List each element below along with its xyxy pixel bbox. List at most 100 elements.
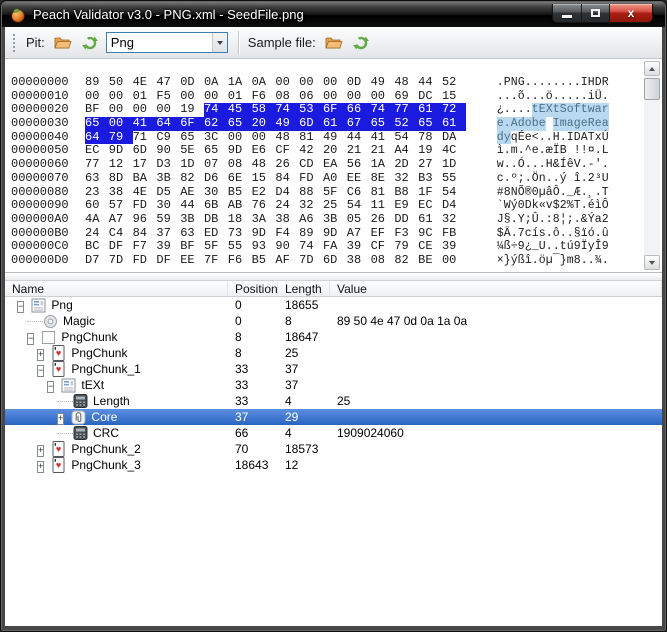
hex-byte[interactable]: B3: [418, 171, 442, 186]
ascii-char[interactable]: .: [574, 76, 581, 90]
expand-plus-icon[interactable]: +: [37, 349, 45, 361]
hex-byte[interactable]: 00: [442, 253, 466, 268]
ascii-char[interactable]: H: [546, 158, 553, 172]
ascii-char[interactable]: µ: [539, 186, 546, 200]
hex-byte[interactable]: 24: [85, 226, 109, 241]
ascii-char[interactable]: .: [539, 213, 546, 227]
ascii-char[interactable]: .: [525, 90, 532, 104]
ascii-char[interactable]: Ü: [595, 90, 602, 104]
column-header-position[interactable]: Position: [228, 281, 278, 296]
ascii-char[interactable]: .: [553, 240, 560, 254]
ascii-char[interactable]: <: [532, 131, 539, 145]
hex-byte[interactable]: 93: [252, 240, 276, 254]
hex-byte[interactable]: 5F: [204, 240, 228, 254]
ascii-char[interactable]: q: [511, 131, 518, 145]
ascii-char[interactable]: H: [553, 131, 560, 145]
hex-byte[interactable]: A7: [109, 212, 133, 227]
expand-plus-icon[interactable]: +: [57, 413, 65, 425]
ascii-char[interactable]: .: [511, 158, 518, 172]
hex-byte[interactable]: 00: [347, 89, 371, 104]
ascii-char[interactable]: .: [525, 103, 532, 117]
ascii-char[interactable]: a: [594, 103, 602, 118]
hex-scrollbar[interactable]: [644, 61, 660, 270]
hex-byte[interactable]: 19: [418, 144, 442, 158]
hex-byte[interactable]: DF: [156, 253, 180, 268]
ascii-char[interactable]: e: [580, 117, 588, 131]
hex-byte[interactable]: CF: [371, 240, 395, 254]
hex-byte[interactable]: 52: [394, 116, 419, 131]
ascii-char[interactable]: a: [601, 117, 609, 131]
hex-byte[interactable]: 49: [371, 75, 395, 90]
hex-byte[interactable]: 2D: [394, 157, 418, 172]
hex-byte[interactable]: 6D: [133, 144, 157, 158]
hex-byte[interactable]: 61: [441, 116, 466, 131]
ascii-char[interactable]: ¸: [588, 186, 595, 200]
ascii-char[interactable]: $: [553, 199, 560, 213]
hex-byte[interactable]: 66: [346, 103, 371, 118]
hex-byte[interactable]: 54: [394, 130, 418, 145]
ascii-char[interactable]: ¿: [525, 240, 532, 254]
ascii-char[interactable]: &: [581, 213, 588, 227]
hex-byte[interactable]: 32: [442, 212, 466, 227]
ascii-char[interactable]: .: [588, 254, 595, 268]
hex-byte[interactable]: FA: [323, 240, 347, 254]
hex-row[interactable]: 00000020 BF 00 00 00 19 74 45 58 74 53 6F 66 74 77 61 72…: [11, 103, 662, 118]
ascii-char[interactable]: .: [511, 90, 518, 104]
hex-byte[interactable]: 6B: [204, 198, 228, 213]
hex-byte[interactable]: 41: [132, 116, 157, 131]
hex-byte[interactable]: 82: [394, 253, 418, 268]
hex-byte[interactable]: 78: [418, 130, 442, 145]
hex-byte[interactable]: 52: [442, 75, 466, 90]
ascii-char[interactable]: Ï: [553, 144, 560, 158]
hex-byte[interactable]: 00: [299, 75, 323, 90]
hex-byte[interactable]: BA: [133, 171, 157, 186]
ascii-char[interactable]: ö: [539, 254, 546, 268]
hex-byte[interactable]: 3B: [323, 212, 347, 227]
ascii-char[interactable]: d: [496, 130, 504, 145]
hex-byte[interactable]: 8D: [109, 171, 133, 186]
pit-refresh-button[interactable]: [79, 33, 101, 53]
hex-byte[interactable]: EA: [323, 157, 347, 172]
ascii-char[interactable]: e: [496, 117, 504, 131]
hex-byte[interactable]: CF: [275, 144, 299, 158]
ascii-char[interactable]: 8: [574, 254, 581, 268]
hex-byte[interactable]: 00: [109, 103, 133, 117]
hex-byte[interactable]: 48: [394, 75, 418, 90]
ascii-char[interactable]: ß: [504, 240, 511, 254]
ascii-char[interactable]: !: [574, 144, 581, 158]
ascii-char[interactable]: ¼: [497, 240, 504, 254]
ascii-char[interactable]: î: [574, 172, 581, 186]
hex-byte[interactable]: EE: [180, 253, 204, 268]
ascii-char[interactable]: í: [532, 227, 539, 241]
hex-byte[interactable]: 61: [418, 103, 442, 118]
expand-plus-icon[interactable]: +: [37, 461, 45, 473]
hex-byte[interactable]: 74: [275, 103, 300, 118]
hex-byte[interactable]: 38: [109, 185, 133, 200]
hex-byte[interactable]: 60: [85, 198, 109, 213]
hex-byte[interactable]: 08: [371, 253, 395, 268]
ascii-char[interactable]: .: [553, 90, 560, 104]
ascii-char[interactable]: c: [497, 172, 504, 186]
ascii-char[interactable]: .: [511, 103, 518, 117]
hex-byte[interactable]: E2: [252, 185, 276, 200]
ascii-char[interactable]: A: [510, 117, 518, 131]
ascii-char[interactable]: .: [560, 131, 567, 145]
hex-byte[interactable]: 39: [156, 240, 180, 254]
tree-row[interactable]: CRC 66 4 1909024060: [5, 425, 662, 441]
ascii-char[interactable]: ê: [567, 158, 574, 172]
hex-byte[interactable]: 32: [394, 171, 418, 186]
sample-open-folder-button[interactable]: [323, 33, 345, 53]
hex-byte[interactable]: A4: [394, 144, 418, 158]
hex-byte[interactable]: 89: [85, 75, 109, 90]
ascii-char[interactable]: Û: [532, 213, 539, 227]
hex-byte[interactable]: DC: [418, 89, 442, 104]
ascii-char[interactable]: I: [581, 76, 588, 90]
hex-byte[interactable]: CD: [299, 157, 323, 172]
hex-byte[interactable]: 18: [228, 212, 252, 227]
ascii-char[interactable]: T: [602, 186, 609, 200]
hex-byte[interactable]: DA: [442, 130, 466, 145]
hex-byte[interactable]: 67: [346, 116, 371, 131]
ascii-char[interactable]: .: [553, 76, 560, 90]
hex-byte[interactable]: 0D: [347, 75, 371, 90]
hex-byte[interactable]: 4E: [133, 75, 157, 90]
